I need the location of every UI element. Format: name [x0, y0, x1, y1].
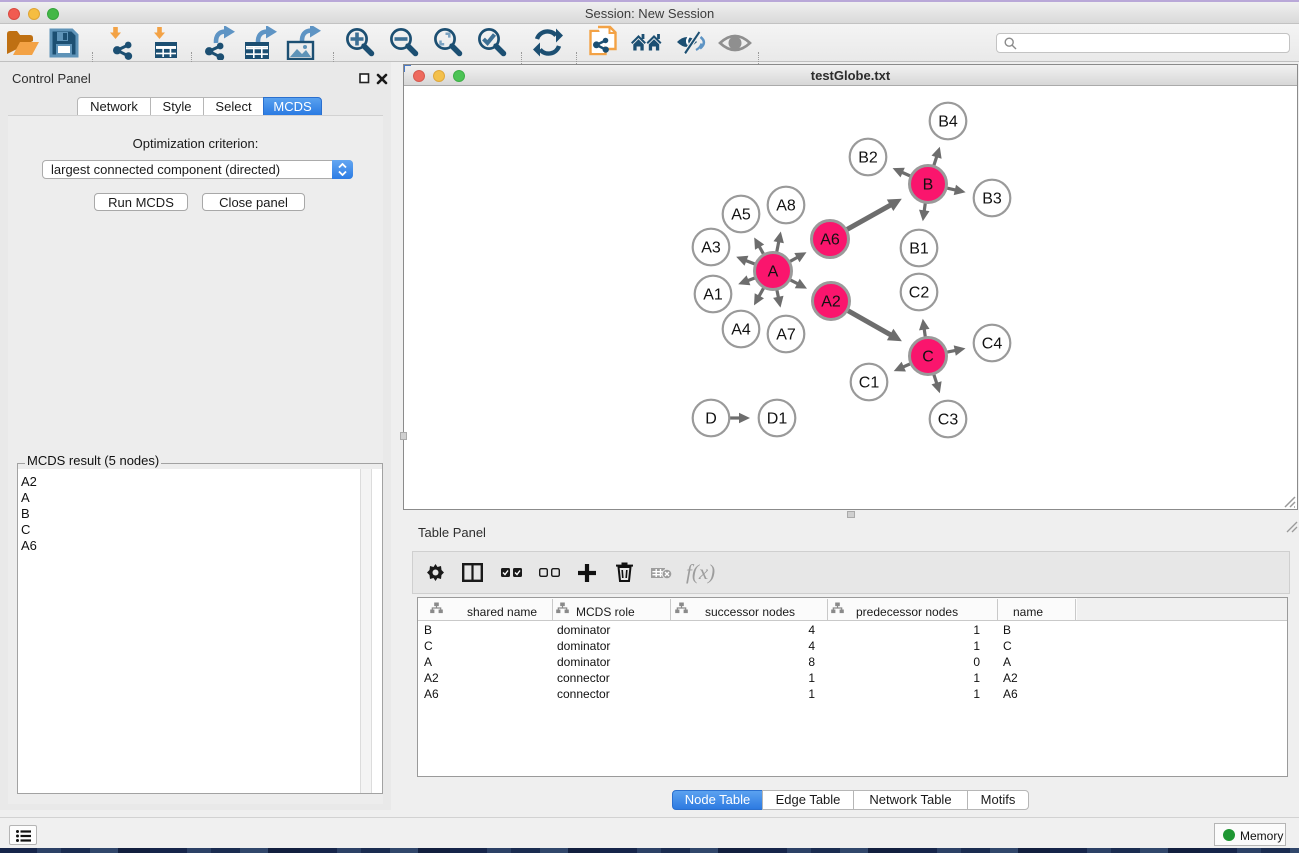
svg-text:C2: C2: [909, 285, 930, 302]
svg-text:D1: D1: [767, 411, 788, 428]
svg-text:B3: B3: [982, 191, 1002, 208]
svg-text:B1: B1: [909, 241, 929, 258]
svg-text:B4: B4: [938, 114, 958, 131]
svg-text:D: D: [705, 411, 717, 428]
svg-text:A4: A4: [731, 322, 751, 339]
svg-text:A6: A6: [820, 232, 840, 249]
svg-text:A3: A3: [701, 240, 721, 257]
svg-text:C: C: [922, 349, 934, 366]
svg-text:C1: C1: [859, 375, 880, 392]
svg-text:B: B: [923, 177, 934, 194]
svg-text:A7: A7: [776, 327, 796, 344]
svg-text:C4: C4: [982, 336, 1003, 353]
svg-text:C3: C3: [938, 412, 959, 429]
svg-text:A5: A5: [731, 207, 751, 224]
svg-text:B2: B2: [858, 150, 878, 167]
svg-text:A1: A1: [703, 287, 723, 304]
svg-text:A: A: [768, 264, 779, 281]
svg-text:A8: A8: [776, 198, 796, 215]
svg-text:A2: A2: [821, 294, 841, 311]
